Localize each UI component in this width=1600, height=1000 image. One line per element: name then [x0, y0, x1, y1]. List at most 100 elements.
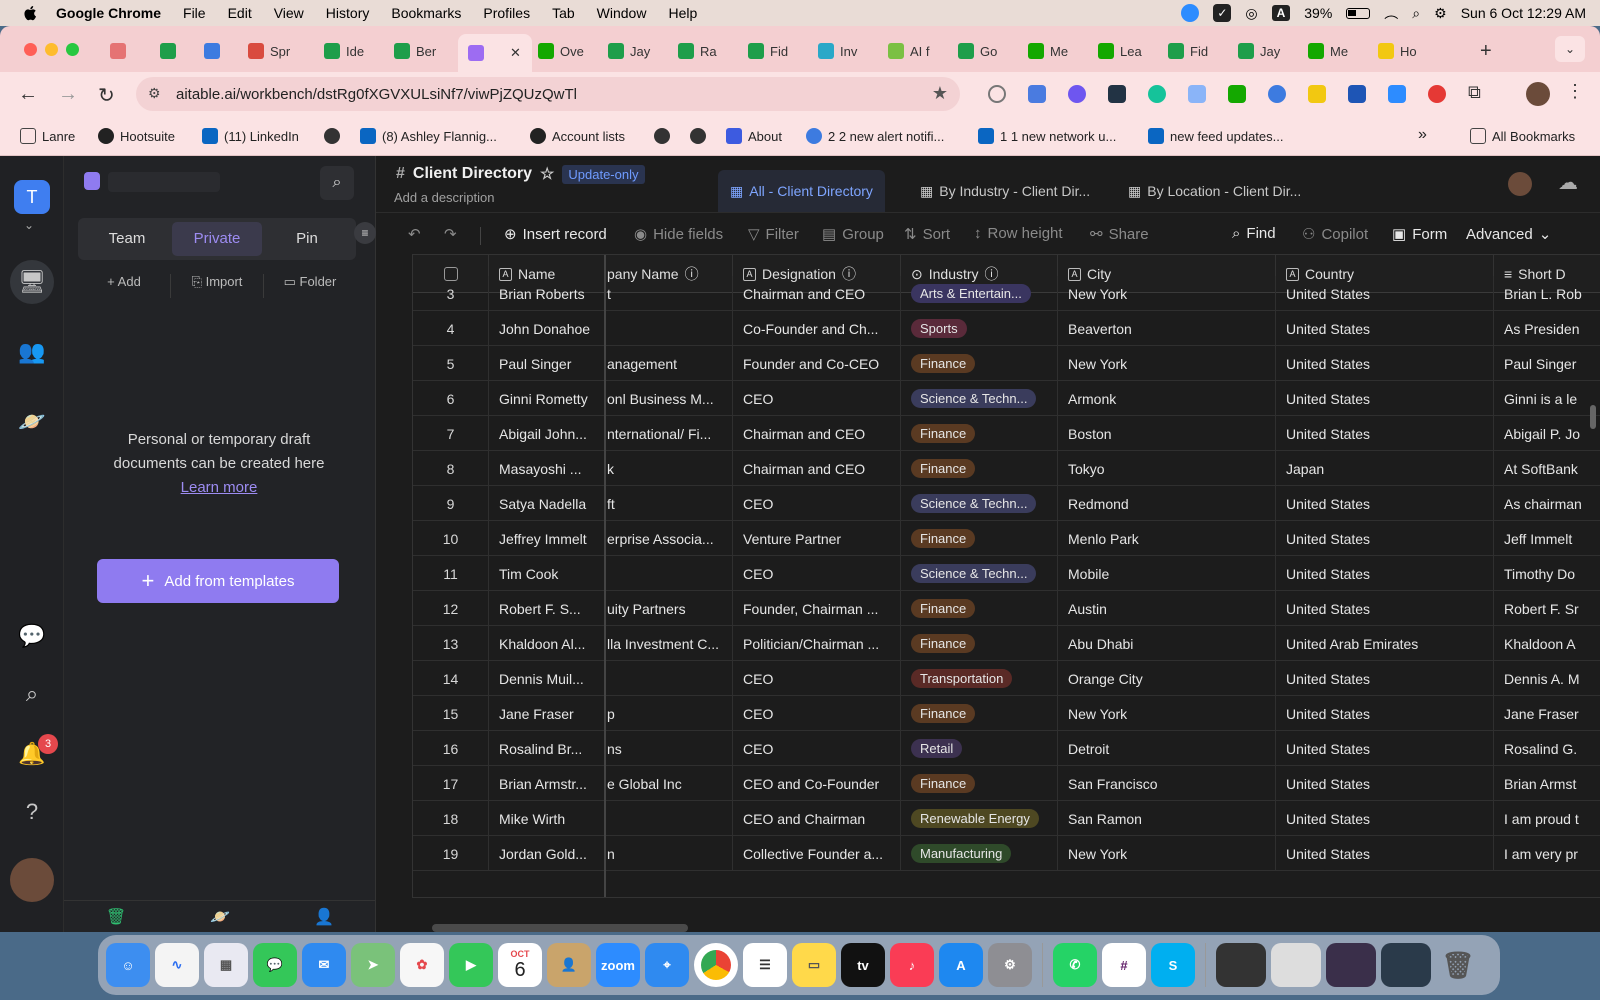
industry-cell[interactable]: Science & Techn...: [901, 556, 1058, 591]
table-row[interactable]: 12 Robert F. S... uity Partners Founder, Ch…: [413, 591, 1600, 626]
industry-cell[interactable]: Finance: [901, 766, 1058, 801]
row-number-cell[interactable]: 16: [413, 731, 489, 766]
short-description-cell[interactable]: Jane Fraser: [1494, 696, 1600, 731]
country-cell[interactable]: United States: [1276, 276, 1494, 311]
company-name-cell[interactable]: [605, 556, 733, 591]
datasheet-title[interactable]: Client Directory: [413, 165, 532, 183]
facetime-icon[interactable]: ▶: [449, 943, 493, 987]
country-cell[interactable]: United States: [1276, 591, 1494, 626]
zoom-app-icon[interactable]: zoom: [596, 943, 640, 987]
menu-file[interactable]: File: [183, 5, 206, 21]
whatsapp-icon[interactable]: ✆: [1053, 943, 1097, 987]
row-number-cell[interactable]: 4: [413, 311, 489, 346]
bookmark-alert-notifications[interactable]: 2 2 new alert notifi...: [806, 128, 944, 144]
name-cell[interactable]: Abigail John...: [489, 416, 605, 451]
airdrop-status-icon[interactable]: ◎: [1245, 5, 1257, 22]
menu-edit[interactable]: Edit: [228, 5, 252, 21]
short-description-cell[interactable]: Timothy Do: [1494, 556, 1600, 591]
country-cell[interactable]: United States: [1276, 801, 1494, 836]
city-cell[interactable]: Abu Dhabi: [1058, 626, 1276, 661]
browser-tab[interactable]: Fid: [748, 36, 810, 66]
designation-cell[interactable]: CEO: [733, 696, 901, 731]
freeform-icon[interactable]: ∿: [155, 943, 199, 987]
recent-window-thumbnail[interactable]: [1271, 943, 1321, 987]
row-number-cell[interactable]: 10: [413, 521, 489, 556]
country-cell[interactable]: United States: [1276, 346, 1494, 381]
country-cell[interactable]: United States: [1276, 556, 1494, 591]
input-source-icon[interactable]: A: [1271, 5, 1291, 21]
bookmark-ashley[interactable]: (8) Ashley Flannig...: [360, 128, 497, 144]
bookmark-about[interactable]: About: [726, 128, 782, 144]
designation-cell[interactable]: CEO and Co-Founder: [733, 766, 901, 801]
designation-cell[interactable]: Founder and Co-CEO: [733, 346, 901, 381]
table-row[interactable]: 3 Brian Roberts t Chairman and CEO Arts & En…: [413, 276, 1600, 311]
name-cell[interactable]: Brian Roberts: [489, 276, 605, 311]
short-description-cell[interactable]: Rosalind G.: [1494, 731, 1600, 766]
company-name-cell[interactable]: t: [605, 276, 733, 311]
pokeball-extension-icon[interactable]: [1428, 85, 1446, 103]
short-description-cell[interactable]: Paul Singer: [1494, 346, 1600, 381]
hide-fields-button[interactable]: ◉ Hide fields: [634, 225, 723, 244]
city-cell[interactable]: San Ramon: [1058, 801, 1276, 836]
row-number-cell[interactable]: 11: [413, 556, 489, 591]
country-cell[interactable]: United States: [1276, 661, 1494, 696]
name-cell[interactable]: Brian Armstr...: [489, 766, 605, 801]
user-avatar[interactable]: [10, 858, 54, 902]
square-extension-icon[interactable]: [1388, 85, 1406, 103]
find-button[interactable]: ⌕ Find: [1232, 225, 1276, 242]
name-cell[interactable]: John Donahoe: [489, 311, 605, 346]
apple-icon[interactable]: [22, 4, 40, 22]
industry-cell[interactable]: Finance: [901, 346, 1058, 381]
designation-cell[interactable]: Chairman and CEO: [733, 276, 901, 311]
industry-cell[interactable]: Science & Techn...: [901, 486, 1058, 521]
mail-icon[interactable]: ✉: [302, 943, 346, 987]
battery-icon[interactable]: [1346, 7, 1371, 19]
sparkle-extension-icon[interactable]: [1068, 85, 1086, 103]
frozen-column-divider[interactable]: [604, 255, 606, 897]
name-cell[interactable]: Mike Wirth: [489, 801, 605, 836]
table-row[interactable]: 7 Abigail John... nternational/ Fi... Chair…: [413, 416, 1600, 451]
name-cell[interactable]: Ginni Rometty: [489, 381, 605, 416]
row-number-cell[interactable]: 19: [413, 836, 489, 871]
sidebar-search-button[interactable]: ⌕: [320, 166, 354, 200]
safari-icon[interactable]: ⌖: [645, 943, 689, 987]
chat-icon[interactable]: 💬: [18, 622, 46, 650]
tab-active-aitable[interactable]: ✕: [458, 34, 532, 72]
trash-icon[interactable]: 🗑: [64, 907, 168, 927]
row-height-button[interactable]: ↕ Row height: [974, 225, 1063, 242]
company-name-cell[interactable]: [605, 311, 733, 346]
menu-tab[interactable]: Tab: [552, 5, 575, 21]
company-name-cell[interactable]: onl Business M...: [605, 381, 733, 416]
company-name-cell[interactable]: ft: [605, 486, 733, 521]
city-cell[interactable]: Mobile: [1058, 556, 1276, 591]
extensions-puzzle-icon[interactable]: ⧉: [1468, 82, 1481, 103]
industry-cell[interactable]: Finance: [901, 521, 1058, 556]
row-number-cell[interactable]: 17: [413, 766, 489, 801]
designation-cell[interactable]: Venture Partner: [733, 521, 901, 556]
short-description-cell[interactable]: Khaldoon A: [1494, 626, 1600, 661]
profile-avatar[interactable]: [1526, 82, 1550, 106]
row-number-cell[interactable]: 3: [413, 276, 489, 311]
segment-private[interactable]: Private: [172, 222, 262, 256]
designation-cell[interactable]: Co-Founder and Ch...: [733, 311, 901, 346]
city-cell[interactable]: Boston: [1058, 416, 1276, 451]
address-bar[interactable]: ⚙ aitable.ai/workbench/dstRg0fXGVXULsiNf…: [136, 77, 960, 111]
maps-icon[interactable]: ➤: [351, 943, 395, 987]
row-number-cell[interactable]: 12: [413, 591, 489, 626]
recent-window-thumbnail[interactable]: [1216, 943, 1266, 987]
browser-tab[interactable]: AI f: [888, 36, 950, 66]
industry-cell[interactable]: Sports: [901, 311, 1058, 346]
forward-icon[interactable]: →: [58, 83, 78, 106]
menu-app-name[interactable]: Google Chrome: [56, 5, 161, 21]
city-cell[interactable]: New York: [1058, 276, 1276, 311]
segment-pin[interactable]: Pin: [262, 222, 352, 256]
menu-window[interactable]: Window: [597, 5, 647, 21]
menu-view[interactable]: View: [274, 5, 304, 21]
designation-cell[interactable]: CEO: [733, 486, 901, 521]
name-cell[interactable]: Jane Fraser: [489, 696, 605, 731]
add-button[interactable]: + Add: [78, 274, 171, 298]
browser-tab[interactable]: [110, 36, 140, 66]
browser-tab[interactable]: [204, 36, 234, 66]
music-icon[interactable]: ♪: [890, 943, 934, 987]
view-tab-by-location[interactable]: ▦ By Location - Client Dir...: [1116, 170, 1313, 212]
